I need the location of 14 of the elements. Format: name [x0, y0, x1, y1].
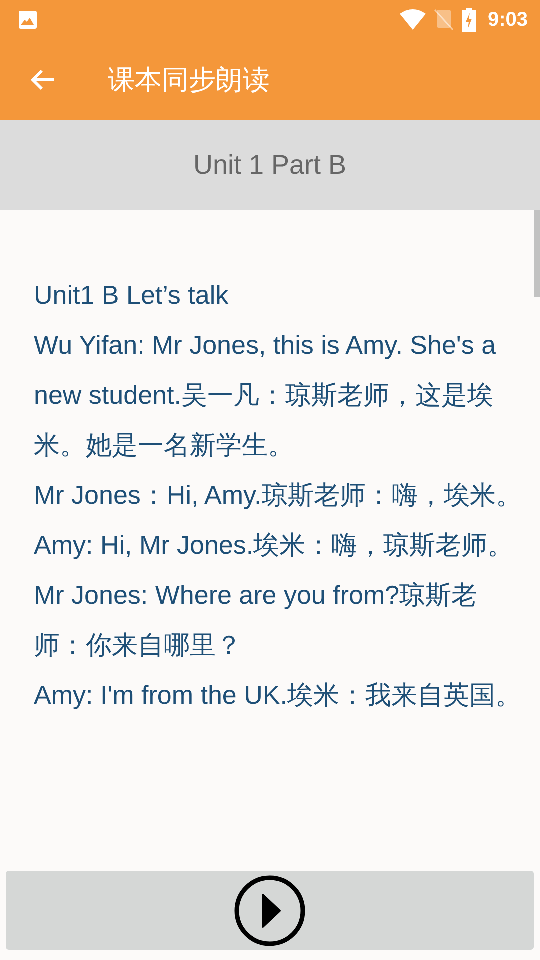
app-bar-title: 课本同步朗读	[108, 64, 270, 97]
lesson-text: Amy: I'm from the UK.埃米：我来自英国。	[34, 679, 522, 712]
lesson-text: Wu Yifan: Mr Jones, this is Amy. She's a new student.吴一凡：琼斯老师，这是埃米。她是一名新学生。	[34, 329, 498, 462]
lesson-text: Unit1 B Let’s talk	[34, 279, 230, 312]
lesson-text: Mr Jones: Where are you from?琼斯老师：你来自哪里？	[34, 579, 479, 662]
battery-icon	[462, 8, 476, 32]
lesson-text: Mr Jones：Hi, Amy.琼斯老师：嗨，埃米。	[34, 479, 522, 512]
status-time: 9:03	[488, 8, 528, 32]
wifi-icon	[400, 9, 426, 31]
unit-header: Unit 1 Part B	[0, 120, 540, 210]
image-icon	[18, 10, 38, 30]
no-sim-icon	[434, 9, 454, 31]
play-button[interactable]	[234, 874, 306, 946]
lesson-text: Amy: Hi, Mr Jones.埃米：嗨，琼斯老师。	[34, 529, 515, 562]
